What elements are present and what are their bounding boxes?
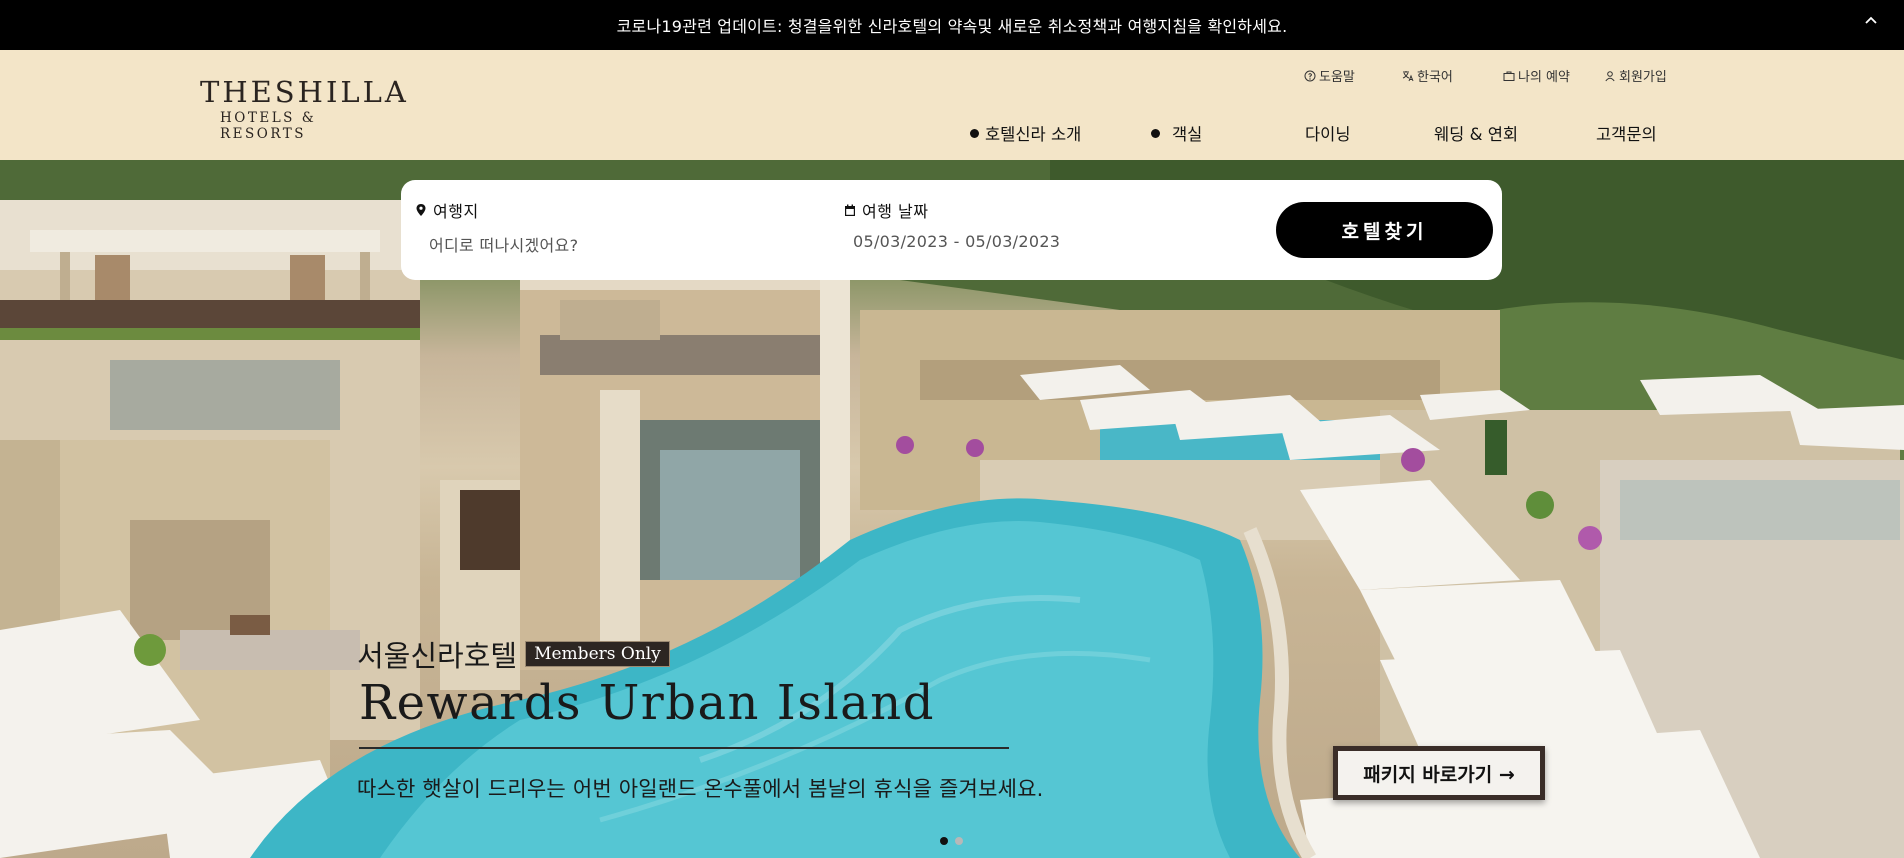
language-selector[interactable]: 한국어 (1402, 66, 1453, 85)
nav-item-wedding[interactable]: 웨딩 & 연회 (1434, 121, 1518, 145)
destination-input[interactable]: 어디로 떠나시겠어요? (429, 232, 578, 256)
person-icon (1605, 70, 1615, 81)
reservation-label: 나의 예약 (1518, 70, 1570, 85)
nav-about-label: 호텔신라 소개 (985, 125, 1082, 144)
promo-title: Rewards Urban Island (359, 675, 935, 731)
nav-rooms-label: 객실 (1172, 125, 1203, 144)
nav-item-support[interactable]: 고객문의 (1596, 121, 1657, 145)
nav-dining-label: 다이닝 (1305, 125, 1351, 144)
notice-text[interactable]: 코로나19관련 업데이트: 청결을위한 신라호텔의 약속및 새로운 취소정책과 … (617, 13, 1288, 37)
signup-label: 회원가입 (1619, 70, 1667, 85)
carousel-dot[interactable] (955, 837, 963, 845)
map-pin-icon (416, 204, 426, 216)
package-link-button[interactable]: 패키지 바로가기 → (1333, 746, 1545, 800)
date-label-group: 여행 날짜 (844, 198, 928, 222)
date-range-input[interactable]: 05/03/2023 - 05/03/2023 (853, 232, 1060, 251)
nav-wedding-label: 웨딩 & 연회 (1434, 125, 1519, 144)
language-label: 한국어 (1417, 70, 1453, 85)
nav-item-dining[interactable]: 다이닝 (1305, 121, 1351, 145)
destination-label-group: 여행지 (415, 198, 479, 222)
nav-support-label: 고객문의 (1596, 125, 1657, 144)
bullet-icon (1151, 128, 1160, 138)
my-reservation-link[interactable]: 나의 예약 (1503, 66, 1570, 85)
shilla-logo[interactable]: THESHILLA HOTELS & RESORTS (200, 75, 409, 142)
nav-item-about[interactable]: 호텔신라 소개 (970, 121, 1081, 145)
promo-description: 따스한 햇살이 드리우는 어번 아일랜드 온수풀에서 봄날의 휴식을 즐겨보세요… (357, 777, 1044, 801)
site-header: THESHILLA HOTELS & RESORTS 도움말 한국어 나의 예약… (0, 50, 1904, 160)
carousel-indicators (940, 837, 963, 845)
question-circle-icon (1304, 70, 1316, 81)
members-only-badge: Members Only (525, 641, 670, 667)
destination-label: 여행지 (433, 202, 479, 221)
promo-subtitle: 서울신라호텔 (357, 639, 518, 673)
promo-header: 서울신라호텔 Members Only (357, 633, 670, 675)
date-label: 여행 날짜 (862, 202, 929, 221)
promo-divider (359, 747, 1009, 749)
briefcase-icon (1503, 71, 1515, 81)
logo-tagline: HOTELS & RESORTS (220, 110, 317, 142)
bullet-icon (970, 128, 979, 138)
calendar-icon (845, 204, 855, 216)
help-link[interactable]: 도움말 (1304, 66, 1355, 85)
find-hotel-button[interactable]: 호텔찾기 (1276, 202, 1493, 258)
nav-item-rooms[interactable]: 객실 (1151, 121, 1202, 145)
covid-notice-bar: 코로나19관련 업데이트: 청결을위한 신라호텔의 약속및 새로운 취소정책과 … (0, 0, 1904, 50)
signup-link[interactable]: 회원가입 (1604, 66, 1667, 85)
logo-wordmark: THESHILLA (200, 75, 409, 109)
help-label: 도움말 (1319, 70, 1355, 85)
translate-icon (1402, 70, 1414, 81)
hotel-search-panel: 여행지 어디로 떠나시겠어요? 여행 날짜 05/03/2023 - 05/03… (401, 180, 1502, 280)
chevron-up-icon[interactable] (1864, 14, 1878, 28)
carousel-dot-active[interactable] (940, 837, 948, 845)
